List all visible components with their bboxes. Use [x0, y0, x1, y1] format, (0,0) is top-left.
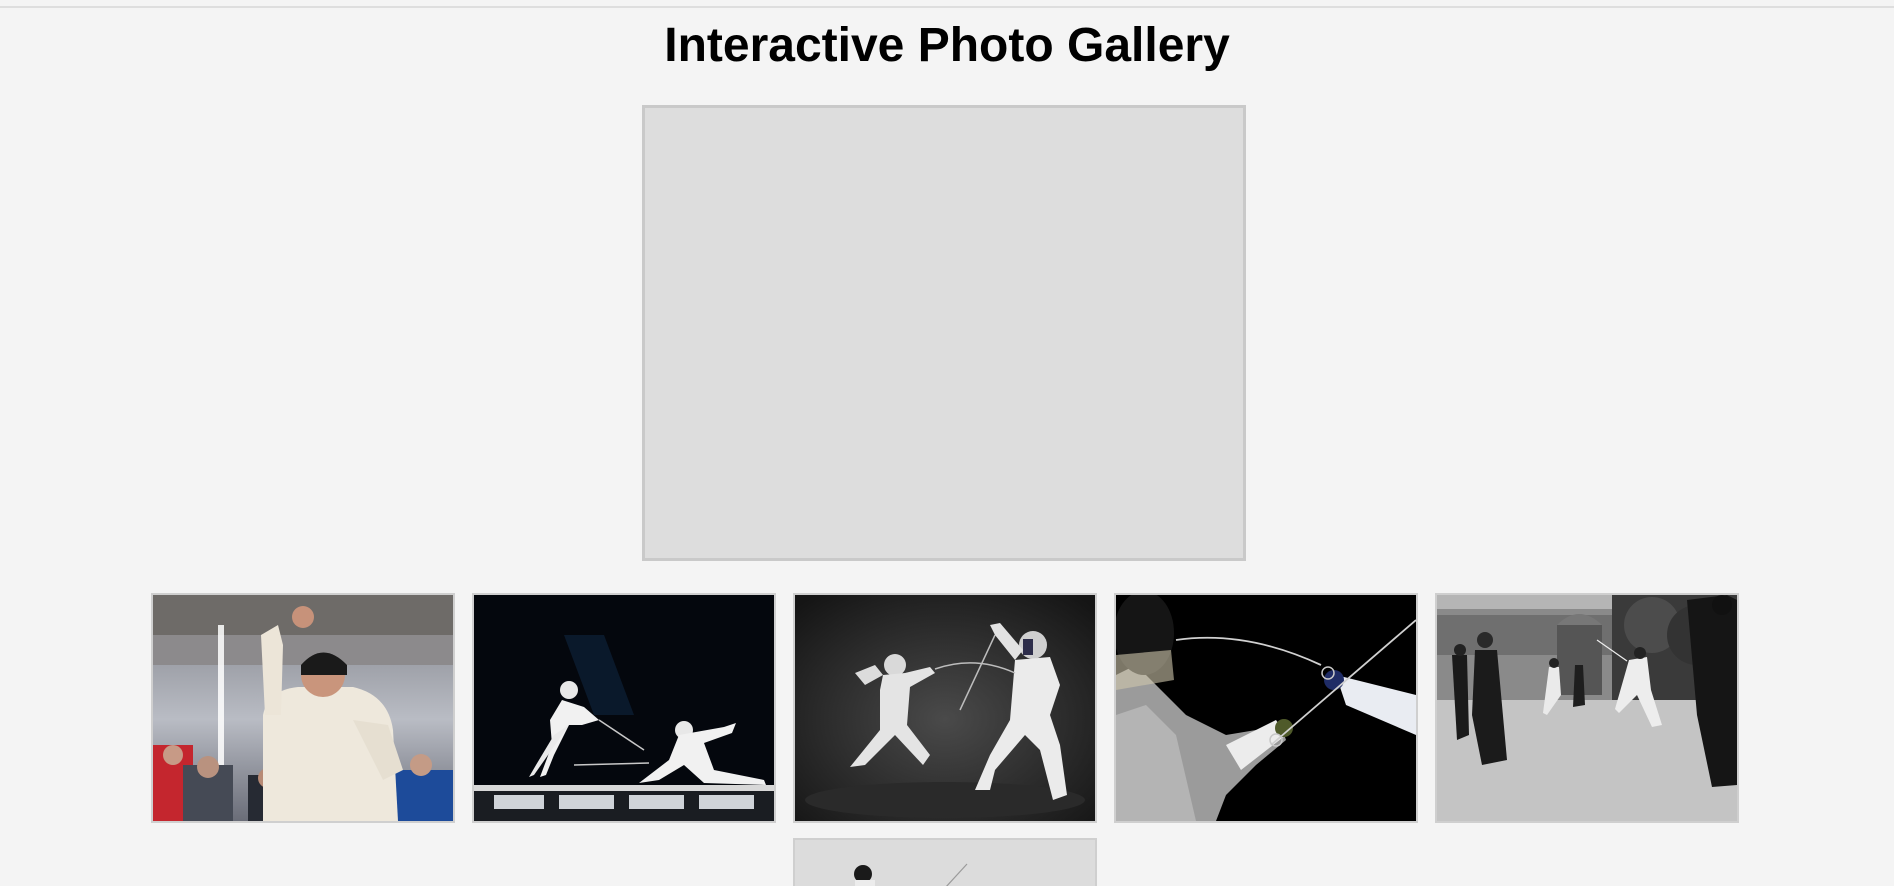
main-image-viewer[interactable]: [642, 105, 1246, 561]
thumbnail-image-fencers-lunging: [474, 595, 774, 821]
thumbnail-2[interactable]: [472, 593, 776, 823]
page-title: Interactive Photo Gallery: [664, 19, 1230, 72]
thumbnail-image-celebrating-fencer: [153, 595, 453, 821]
thumbnail-image-historic-duel: [1437, 595, 1737, 821]
thumbnail-1[interactable]: [151, 593, 455, 823]
thumbnail-3[interactable]: [793, 593, 1097, 823]
thumbnail-6[interactable]: [793, 838, 1097, 886]
thumbnail-image-crossed-foils: [1116, 595, 1416, 821]
top-divider: [0, 6, 1894, 8]
thumbnail-4[interactable]: [1114, 593, 1418, 823]
thumbnail-image-two-fencers: [795, 595, 1095, 821]
thumbnail-image-fencer-cropped: [795, 840, 1095, 886]
thumbnail-5[interactable]: [1435, 593, 1739, 823]
